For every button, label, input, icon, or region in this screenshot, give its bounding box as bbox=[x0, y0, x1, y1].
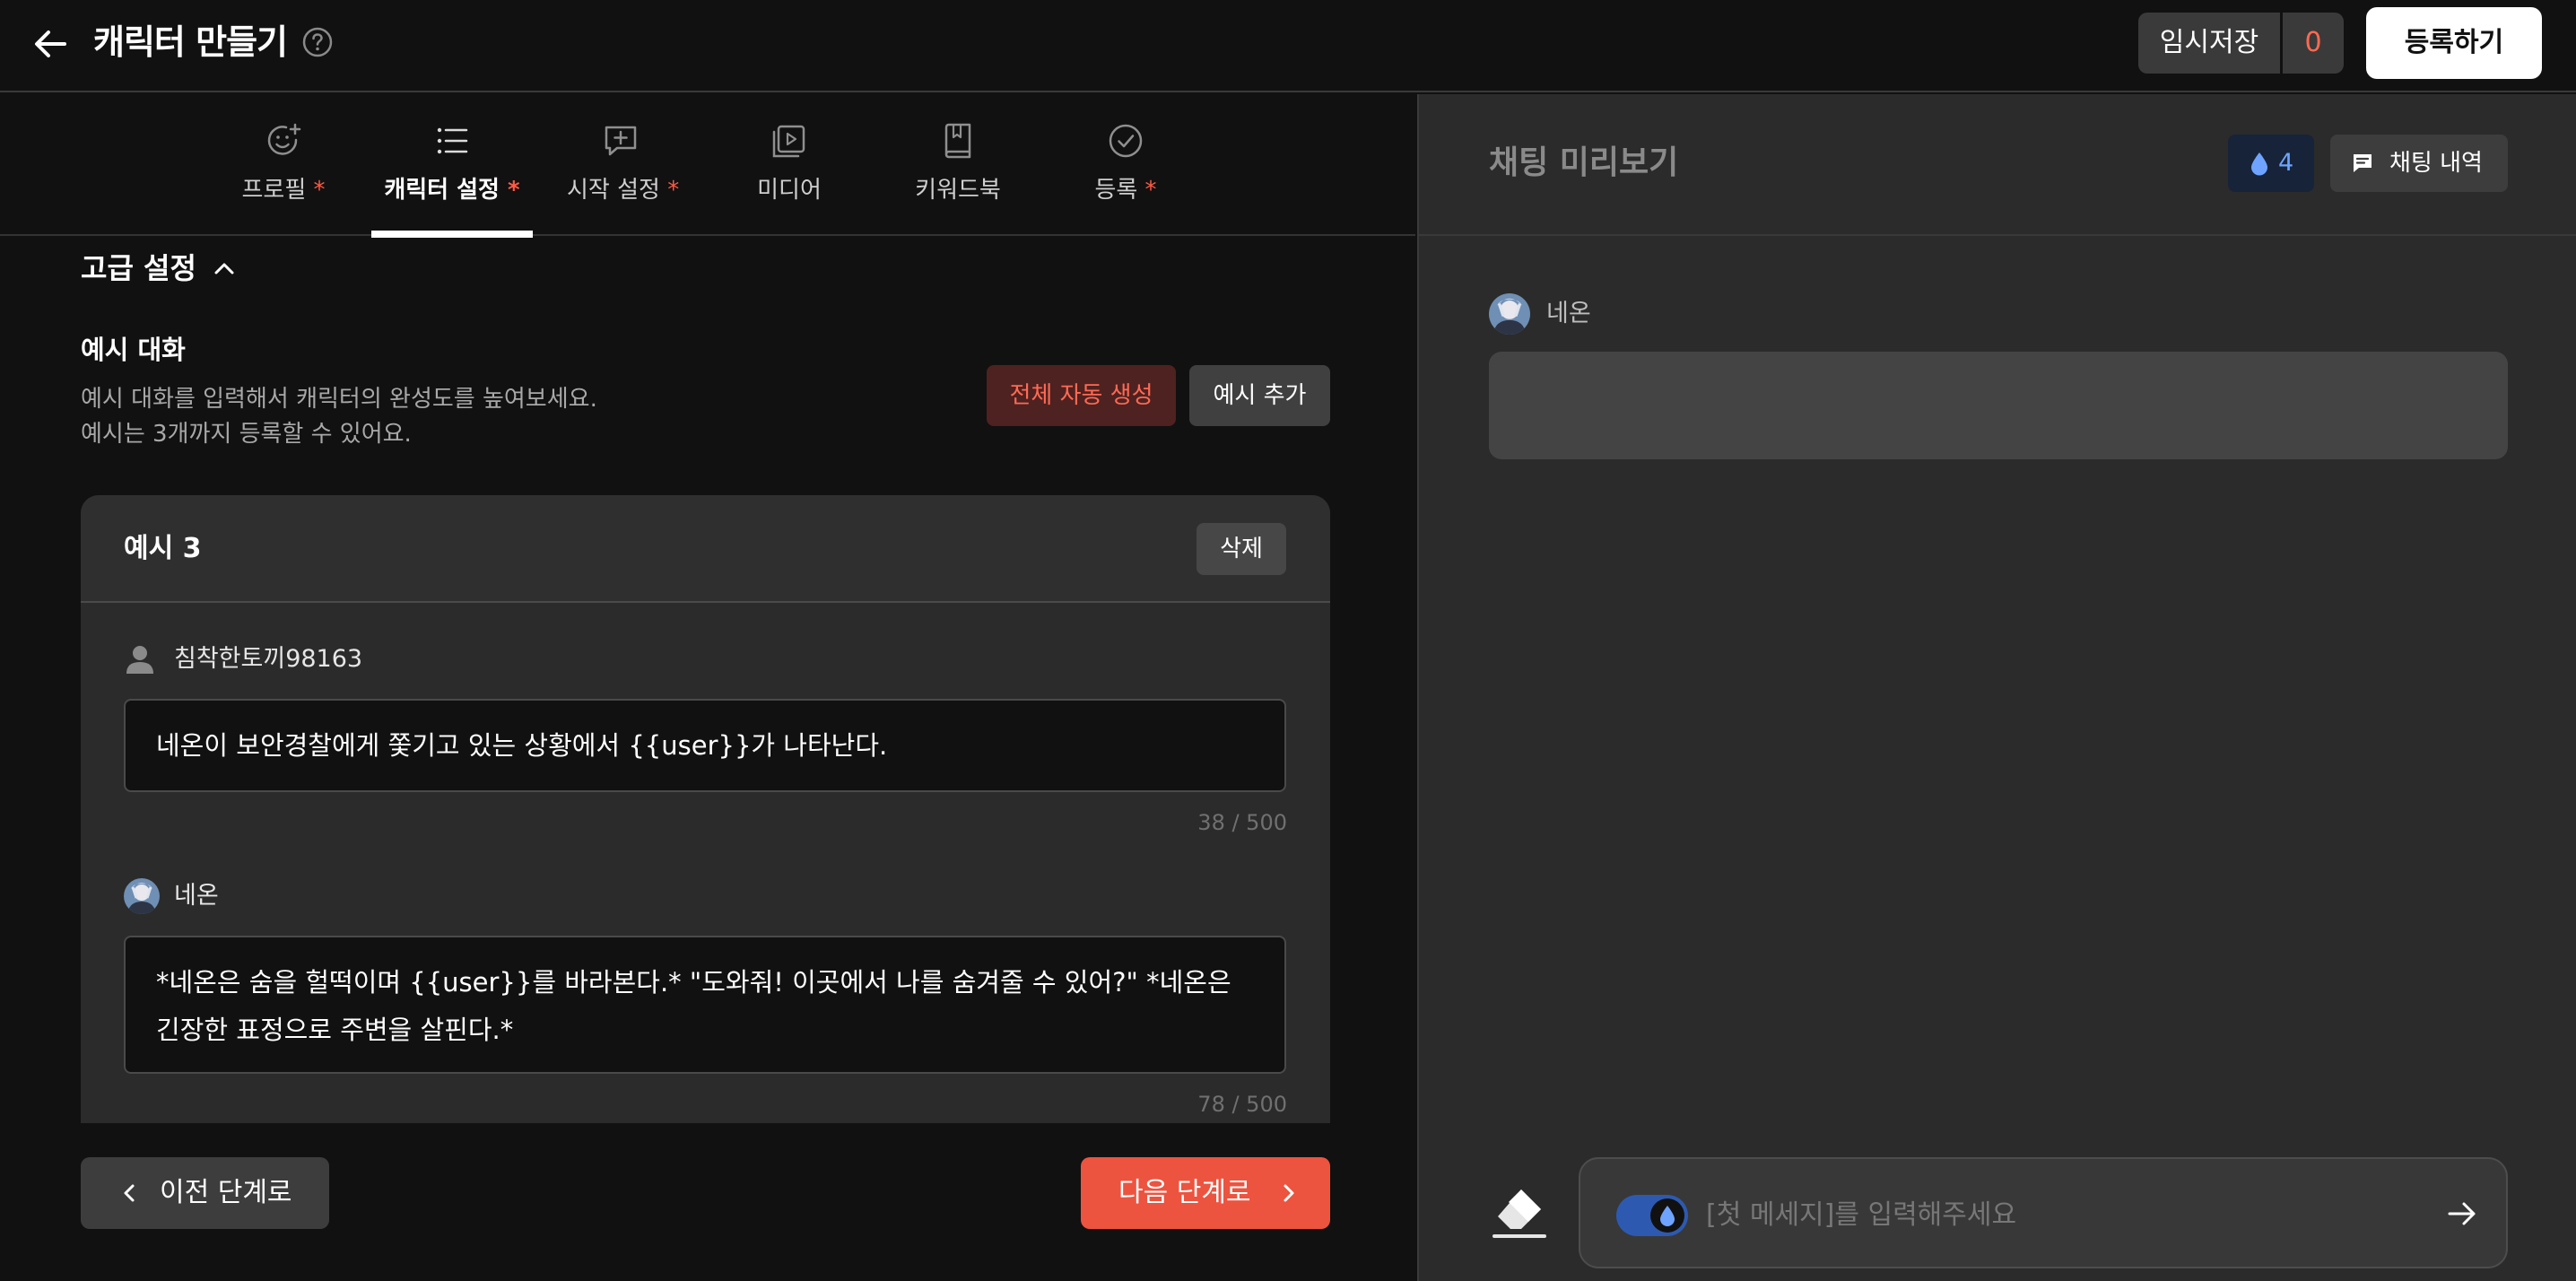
help-icon[interactable] bbox=[301, 26, 334, 58]
delete-example-button[interactable]: 삭제 bbox=[1197, 523, 1286, 575]
chat-preview-title: 채팅 미리보기 bbox=[1489, 144, 1679, 181]
character-name: 네온 bbox=[174, 882, 219, 910]
water-drop-icon bbox=[1660, 1206, 1675, 1226]
example-card: 예시 3 삭제 침착한토끼98163 네온이 보안경찰에게 쫓기고 있는 상황에… bbox=[81, 495, 1330, 1123]
tab-profile[interactable]: 프로필 * bbox=[235, 94, 332, 236]
top-header: 캐릭터 만들기 임시저장 0 등록하기 bbox=[0, 0, 2576, 92]
tab-keyword-book[interactable]: 키워드북 bbox=[904, 94, 1012, 236]
tab-start-settings[interactable]: 시작 설정 * bbox=[567, 94, 679, 236]
chat-preview-panel: 채팅 미리보기 4 채팅 내역 네온 bbox=[1417, 94, 2576, 1281]
chevron-left-icon bbox=[124, 1184, 135, 1202]
tab-register[interactable]: 등록 * bbox=[1075, 94, 1177, 236]
draft-count-badge[interactable]: 0 bbox=[2283, 13, 2344, 74]
preview-message-bubble bbox=[1489, 352, 2508, 459]
tab-media[interactable]: 미디어 bbox=[735, 94, 843, 236]
drop-count: 4 bbox=[2278, 149, 2294, 177]
water-drop-icon bbox=[2251, 152, 2267, 176]
tab-character-settings-label: 캐릭터 설정 bbox=[384, 177, 500, 204]
chat-bubble-icon bbox=[2354, 154, 2371, 172]
register-button[interactable]: 등록하기 bbox=[2366, 7, 2542, 79]
drop-toggle-switch[interactable] bbox=[1616, 1195, 1688, 1236]
tab-character-settings[interactable]: 캐릭터 설정 * bbox=[371, 94, 533, 238]
editor-panel: 프로필 * 캐릭터 설정 * 시작 설정 * 미디어 키워드북 등록 * 고급 … bbox=[0, 94, 1415, 1281]
example-dialog-title: 예시 대화 bbox=[81, 335, 186, 365]
example-card-title: 예시 3 bbox=[124, 533, 202, 564]
example-dialog-limit-note: 예시는 3개까지 등록할 수 있어요. bbox=[81, 421, 412, 448]
chat-history-button[interactable]: 채팅 내역 bbox=[2330, 135, 2508, 192]
preview-character-name: 네온 bbox=[1546, 300, 1591, 327]
first-message-input[interactable] bbox=[1706, 1186, 2424, 1243]
chat-preview-header: 채팅 미리보기 4 채팅 내역 bbox=[1419, 94, 2576, 236]
tab-keyword-book-label: 키워드북 bbox=[915, 177, 1001, 204]
book-icon bbox=[944, 123, 971, 159]
tab-register-label: 등록 bbox=[1094, 177, 1138, 204]
next-step-label: 다음 단계로 bbox=[1118, 1177, 1251, 1208]
character-message-char-count: 78 / 500 bbox=[1197, 1092, 1287, 1117]
example-card-header: 예시 3 삭제 bbox=[81, 495, 1330, 603]
step-tabs: 프로필 * 캐릭터 설정 * 시작 설정 * 미디어 키워드북 등록 * bbox=[0, 94, 1415, 238]
chevron-up-icon[interactable] bbox=[212, 257, 237, 279]
previous-step-button[interactable]: 이전 단계로 bbox=[81, 1157, 329, 1229]
character-message-field[interactable]: *네온은 숨을 헐떡이며 {{user}}를 바라본다.* "도와줘! 이곳에서… bbox=[124, 936, 1286, 1074]
add-example-button[interactable]: 예시 추가 bbox=[1189, 365, 1330, 426]
back-arrow-icon[interactable] bbox=[29, 22, 74, 66]
required-mark: * bbox=[508, 177, 520, 204]
send-arrow-icon[interactable] bbox=[2447, 1200, 2477, 1227]
user-name: 침착한토끼98163 bbox=[174, 645, 363, 673]
user-message-char-count: 38 / 500 bbox=[1197, 810, 1287, 835]
user-icon bbox=[126, 646, 153, 674]
example-dialog-description: 예시 대화를 입력해서 캐릭터의 완성도를 높여보세요. bbox=[81, 386, 597, 413]
draft-group: 임시저장 0 bbox=[2138, 13, 2344, 74]
chevron-right-icon bbox=[1284, 1184, 1294, 1202]
play-media-icon bbox=[772, 125, 805, 158]
message-plus-icon bbox=[605, 126, 637, 156]
required-mark: * bbox=[1144, 177, 1157, 204]
previous-step-label: 이전 단계로 bbox=[160, 1177, 292, 1208]
required-mark: * bbox=[667, 177, 680, 204]
tab-start-settings-label: 시작 설정 bbox=[567, 177, 660, 204]
advanced-settings-toggle[interactable]: 고급 설정 bbox=[81, 248, 196, 288]
auto-generate-all-button[interactable]: 전체 자동 생성 bbox=[987, 365, 1176, 426]
character-avatar bbox=[124, 878, 160, 914]
check-circle-icon bbox=[1109, 124, 1143, 158]
user-message-field[interactable]: 네온이 보안경찰에게 쫓기고 있는 상황에서 {{user}}가 나타난다. bbox=[124, 699, 1286, 792]
smile-plus-icon bbox=[267, 123, 301, 155]
draft-save-button[interactable]: 임시저장 bbox=[2138, 13, 2280, 74]
tab-profile-label: 프로필 bbox=[241, 177, 307, 204]
tab-media-label: 미디어 bbox=[757, 177, 822, 204]
page-title: 캐릭터 만들기 bbox=[93, 22, 288, 62]
preview-character-avatar bbox=[1489, 293, 1530, 335]
eraser-icon[interactable] bbox=[1491, 1184, 1548, 1242]
drop-count-badge[interactable]: 4 bbox=[2228, 135, 2314, 192]
message-composer bbox=[1579, 1157, 2508, 1268]
chat-history-label: 채팅 내역 bbox=[2389, 150, 2483, 177]
required-mark: * bbox=[313, 177, 326, 204]
next-step-button[interactable]: 다음 단계로 bbox=[1081, 1157, 1330, 1229]
list-icon bbox=[437, 127, 468, 154]
